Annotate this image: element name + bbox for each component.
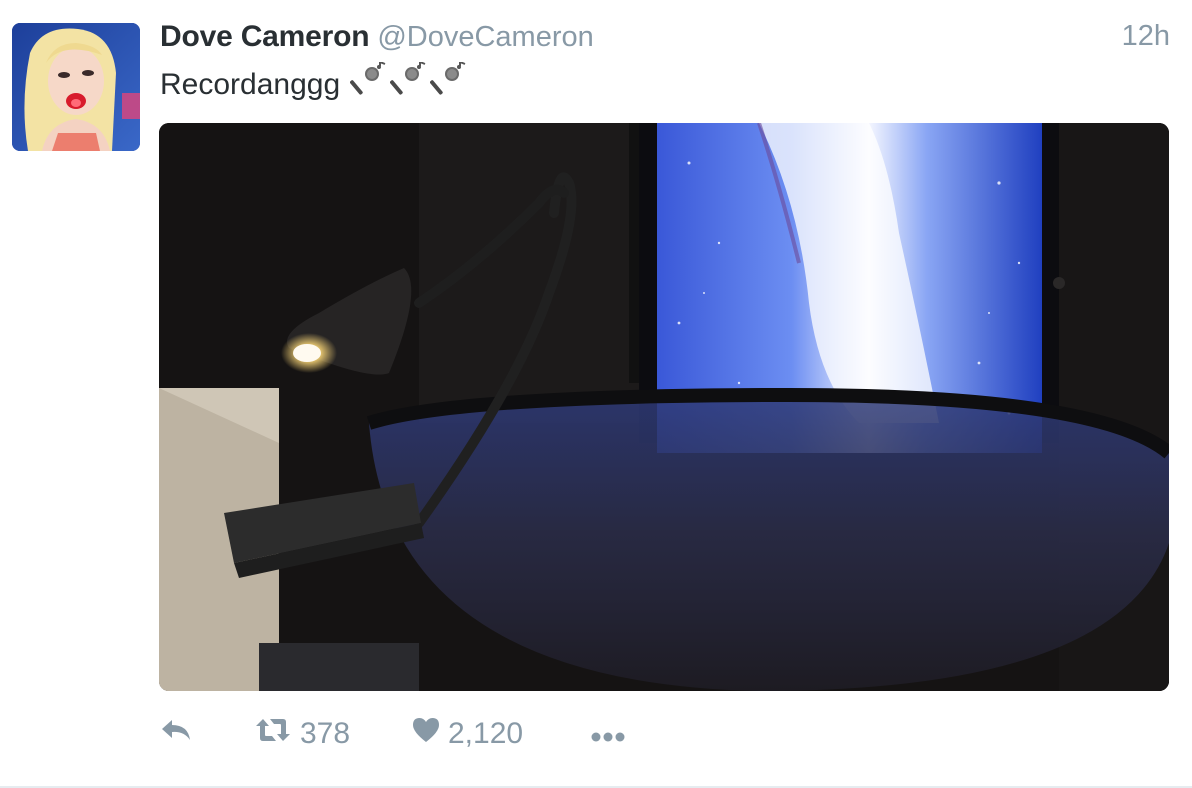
tweet-header: Dove Cameron @DoveCameron 12h [160,20,1170,60]
user-handle[interactable]: @DoveCameron [377,21,593,53]
microphone-emoji-icon [390,60,428,108]
heart-icon [412,717,440,751]
microphone-emoji-icon [350,60,388,108]
more-button[interactable] [590,717,650,751]
retweet-icon [254,716,292,752]
tweet-photo[interactable] [159,123,1169,691]
reply-button[interactable] [160,716,254,752]
like-count: 2,120 [448,717,524,750]
tweet-text: Recordanggg [160,60,468,108]
display-name[interactable]: Dove Cameron [160,20,370,53]
avatar[interactable] [12,23,140,151]
tweet-card: Dove Cameron @DoveCameron 12h Recordanggg [0,0,1192,788]
retweet-button[interactable]: 378 [254,716,412,752]
tweet-actions: 378 2,120 [160,712,650,756]
tweet-text-content: Recordanggg [160,68,341,101]
retweet-count: 378 [300,717,351,750]
timestamp[interactable]: 12h [1122,20,1170,53]
reply-icon [160,716,192,752]
like-button[interactable]: 2,120 [412,717,590,751]
more-icon [590,717,626,751]
microphone-emoji-icon [430,60,468,108]
